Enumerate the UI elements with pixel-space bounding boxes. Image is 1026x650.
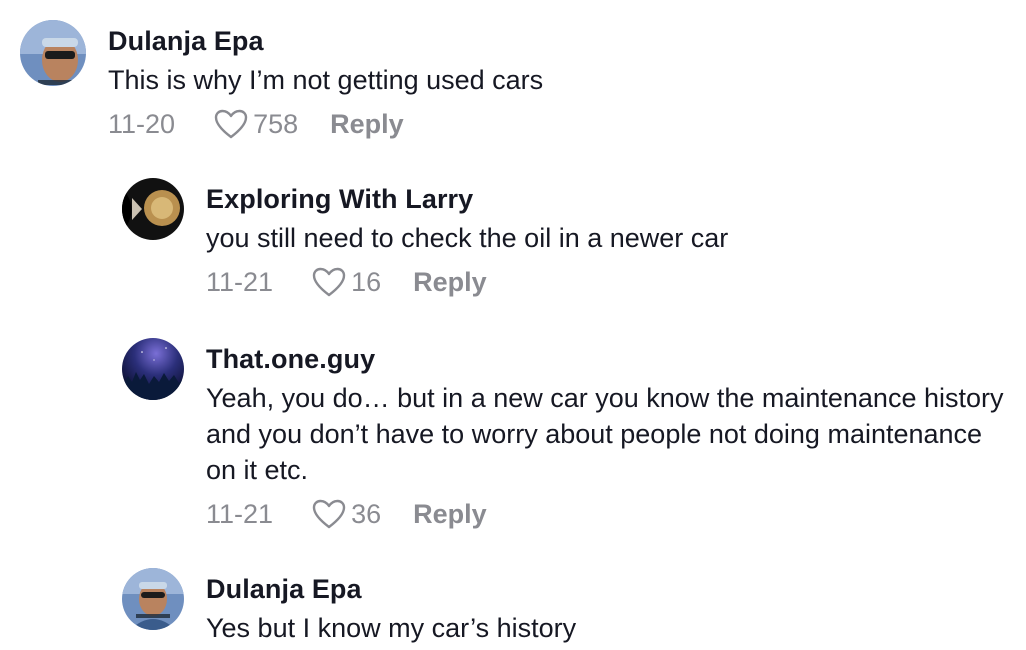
comment-text: you still need to check the oil in a new… xyxy=(206,223,729,253)
comment-username[interactable]: Dulanja Epa xyxy=(206,572,576,606)
comment-reply: Exploring With Larry you still need to c… xyxy=(122,178,728,302)
comment-date: 11-21 xyxy=(206,267,274,297)
avatar[interactable] xyxy=(122,178,184,240)
comment-reply: That.one.guy Yeah, you do… but in a new … xyxy=(122,338,1006,534)
comment-username[interactable]: Dulanja Epa xyxy=(108,24,543,58)
comment-date: 11-21 xyxy=(206,499,274,529)
comment-meta: 11-21 16 Reply xyxy=(206,262,728,302)
comment-username[interactable]: That.one.guy xyxy=(206,342,1006,376)
comment-text: Yeah, you do… but in a new car you know … xyxy=(206,383,1012,485)
comment-date: 11-20 xyxy=(108,109,176,139)
reply-button[interactable]: Reply xyxy=(413,262,487,302)
comment-meta: 11-21 36 Reply xyxy=(206,494,1006,534)
comment-text: Yes but I know my car’s history xyxy=(206,613,577,643)
avatar[interactable] xyxy=(122,568,184,630)
like-count: 36 xyxy=(351,499,382,529)
comment: Dulanja Epa This is why I’m not getting … xyxy=(20,20,543,144)
like-count: 16 xyxy=(351,267,382,297)
comment-reply: Dulanja Epa Yes but I know my car’s hist… xyxy=(122,568,576,646)
like-button[interactable]: 16 xyxy=(311,262,381,302)
like-button[interactable]: 36 xyxy=(311,494,381,534)
comment-username[interactable]: Exploring With Larry xyxy=(206,182,728,216)
avatar[interactable] xyxy=(20,20,86,86)
comment-text: This is why I’m not getting used cars xyxy=(108,65,544,95)
reply-button[interactable]: Reply xyxy=(413,494,487,534)
heart-icon xyxy=(312,267,346,297)
reply-button[interactable]: Reply xyxy=(330,104,404,144)
like-count: 758 xyxy=(253,109,299,139)
like-button[interactable]: 758 xyxy=(213,104,298,144)
avatar[interactable] xyxy=(122,338,184,400)
heart-icon xyxy=(214,109,248,139)
heart-icon xyxy=(312,499,346,529)
comment-meta: 11-20 758 Reply xyxy=(108,104,543,144)
